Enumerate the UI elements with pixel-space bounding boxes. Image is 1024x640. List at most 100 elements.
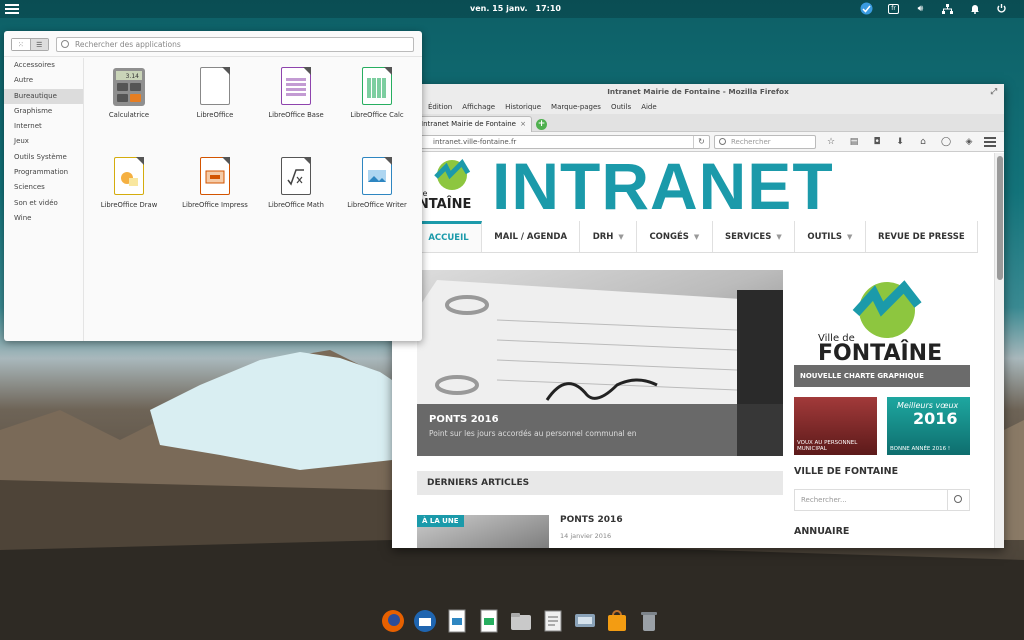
browser-search-input[interactable]: Rechercher (714, 135, 816, 149)
firefox-window: Intranet Mairie de Fontaine - Mozilla Fi… (392, 84, 1004, 548)
close-tab-icon[interactable]: × (520, 117, 526, 131)
volume-icon[interactable]: 🔊︎ (914, 2, 927, 15)
firefox-icon[interactable] (380, 608, 406, 634)
reading-list-icon[interactable]: ▤ (847, 135, 861, 149)
window-titlebar[interactable]: Intranet Mairie de Fontaine - Mozilla Fi… (392, 84, 1004, 100)
category-jeux[interactable]: Jeux (4, 134, 83, 149)
libreoffice-calc-dock-icon[interactable] (476, 608, 502, 634)
new-tab-button[interactable]: + (536, 119, 547, 130)
app-label: LibreOffice Base (268, 111, 324, 119)
hamburger-menu-icon[interactable] (984, 137, 996, 149)
app-label: LibreOffice Writer (347, 201, 407, 209)
category-programmation[interactable]: Programmation (4, 165, 83, 180)
text-editor-icon[interactable] (540, 608, 566, 634)
nav-services[interactable]: SERVICES ▼ (713, 221, 796, 252)
app-libreoffice-calc[interactable]: LibreOffice Calc (334, 67, 420, 119)
app-libreoffice-draw[interactable]: LibreOffice Draw (86, 157, 172, 209)
settings-icon[interactable] (572, 608, 598, 634)
nav-accueil[interactable]: ACCUEIL (416, 221, 482, 252)
libreoffice-writer-dock-icon[interactable] (444, 608, 470, 634)
pocket-icon[interactable]: ◘ (870, 135, 884, 149)
thumb-voeux-personnel[interactable]: VOUX AU PERSONNEL MUNICIPAL (794, 397, 877, 455)
app-libreoffice-math[interactable]: LibreOffice Math (253, 157, 339, 209)
article-title[interactable]: PONTS 2016 (560, 515, 623, 525)
sidebar-banner[interactable]: NOUVELLE CHARTE GRAPHIQUE (794, 365, 970, 387)
hero-title[interactable]: PONTS 2016 (429, 414, 771, 425)
menu-outils[interactable]: Outils (611, 100, 631, 114)
article-thumbnail[interactable]: À LA UNE (417, 515, 549, 548)
power-icon[interactable] (995, 2, 1008, 15)
system-tray: fr 🔊︎ (860, 2, 1008, 15)
update-icon[interactable] (860, 2, 873, 15)
category-outils-systeme[interactable]: Outils Système (4, 150, 83, 165)
menu-marque-pages[interactable]: Marque-pages (551, 100, 601, 114)
toolbar-icons: ☆ ▤ ◘ ⬇ ⌂ ◯ ◈ (824, 135, 976, 149)
network-icon[interactable] (941, 2, 954, 15)
notifications-bell-icon[interactable] (968, 2, 981, 15)
app-search-placeholder: Rechercher des applications (75, 40, 181, 49)
app-center-icon[interactable] (604, 608, 630, 634)
shield-icon[interactable]: ◈ (962, 135, 976, 149)
category-internet[interactable]: Internet (4, 119, 83, 134)
calculator-icon: 3.14 (112, 67, 146, 107)
dropdown-arrow-icon: ▼ (847, 233, 853, 241)
app-label: Calculatrice (108, 111, 150, 119)
nav-mail-agenda[interactable]: MAIL / AGENDA (482, 221, 581, 252)
app-libreoffice-base[interactable]: LibreOffice Base (253, 67, 339, 119)
app-libreoffice[interactable]: LibreOffice (172, 67, 258, 119)
nav-revue-de-presse[interactable]: REVUE DE PRESSE (866, 221, 979, 252)
category-graphisme[interactable]: Graphisme (4, 104, 83, 119)
category-son-et-video[interactable]: Son et vidéo (4, 196, 83, 211)
menu-edition[interactable]: Édition (428, 100, 452, 114)
sidebar-search-input[interactable]: Rechercher... (794, 489, 970, 511)
thumb-bonne-annee[interactable]: Meilleurs vœux 2016 BONNE ANNÉE 2016 ! (887, 397, 970, 455)
sidebar-search-button[interactable] (947, 490, 969, 510)
chat-icon[interactable]: ◯ (939, 135, 953, 149)
category-sciences[interactable]: Sciences (4, 180, 83, 195)
category-autre[interactable]: Autre (4, 73, 83, 88)
app-label: LibreOffice Impress (182, 201, 248, 209)
menu-affichage[interactable]: Affichage (462, 100, 495, 114)
thunderbird-icon[interactable] (412, 608, 438, 634)
libreoffice-writer-icon (360, 157, 394, 197)
page-scrollbar[interactable] (994, 153, 1004, 548)
maximize-icon[interactable]: ⤢ (991, 84, 997, 100)
trash-icon[interactable] (636, 608, 662, 634)
web-page: Ville deFONTAÎNE INTRANET ACCUEIL MAIL /… (392, 153, 994, 548)
site-main-nav: ACCUEIL MAIL / AGENDA DRH ▼ CONGÉS ▼ SERVI… (416, 221, 979, 253)
home-icon[interactable]: ⌂ (916, 135, 930, 149)
libreoffice-math-icon (279, 157, 313, 197)
keyboard-layout-indicator[interactable]: fr (887, 2, 900, 15)
category-wine[interactable]: Wine (4, 211, 83, 226)
menu-aide[interactable]: Aide (641, 100, 656, 114)
search-icon (61, 40, 69, 48)
app-libreoffice-impress[interactable]: LibreOffice Impress (172, 157, 258, 209)
hero-slide[interactable]: PONTS 2016 Point sur les jours accordés a… (417, 270, 783, 456)
nav-outils[interactable]: OUTILS ▼ (795, 221, 866, 252)
category-bureautique[interactable]: Bureautique (4, 88, 83, 104)
download-icon[interactable]: ⬇ (893, 135, 907, 149)
dock (374, 604, 657, 640)
nav-conges[interactable]: CONGÉS ▼ (637, 221, 713, 252)
app-label: LibreOffice Draw (100, 201, 158, 209)
url-bar[interactable]: intranet.ville-fontaine.fr ↻ (414, 135, 710, 149)
view-switcher: ⁙ ☰ (11, 38, 49, 51)
site-logo-icon[interactable] (432, 159, 472, 191)
nav-drh[interactable]: DRH ▼ (580, 221, 638, 252)
category-view-icon[interactable]: ☰ (30, 39, 48, 50)
scrollbar-thumb[interactable] (997, 156, 1003, 280)
applications-menu-button[interactable] (4, 2, 20, 16)
reload-icon[interactable]: ↻ (693, 136, 709, 148)
category-accessoires[interactable]: Accessoires (4, 58, 83, 73)
files-icon[interactable] (508, 608, 534, 634)
app-search-input[interactable]: Rechercher des applications (56, 37, 414, 52)
app-calculatrice[interactable]: 3.14 Calculatrice (86, 67, 172, 119)
bookmark-star-icon[interactable]: ☆ (824, 135, 838, 149)
app-libreoffice-writer[interactable]: LibreOffice Writer (334, 157, 420, 209)
tab-intranet[interactable]: Intranet Mairie de Fontaine × (416, 116, 532, 132)
grid-view-icon[interactable]: ⁙ (12, 39, 31, 50)
sidebar-logo[interactable]: Ville de FONTAÎNE (794, 269, 970, 375)
menu-historique[interactable]: Historique (505, 100, 541, 114)
clock[interactable]: ven. 15 janv. 17:10 (470, 4, 569, 13)
search-icon (954, 495, 962, 503)
